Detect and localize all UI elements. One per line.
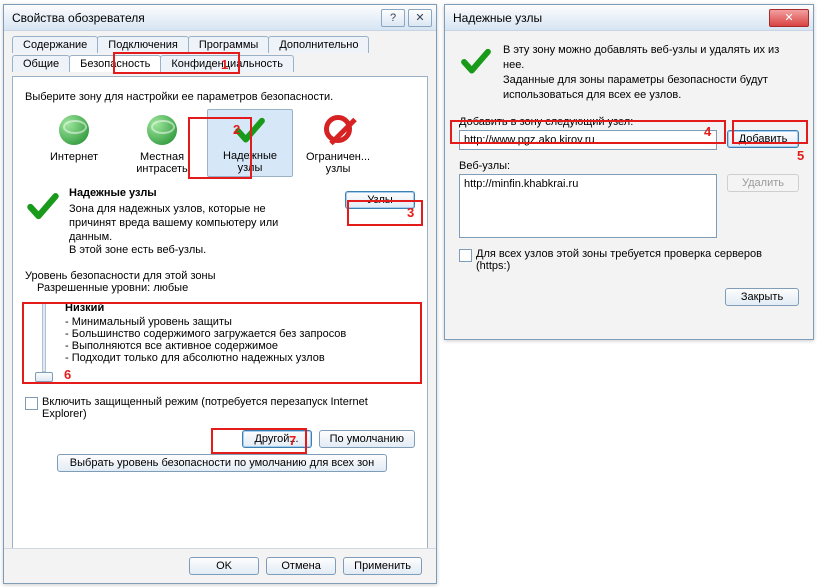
dialog-desc: В эту зону можно добавлять веб-узлы и уд… [459, 43, 799, 102]
tab-general[interactable]: Общие [12, 55, 70, 72]
tab-connections[interactable]: Подключения [97, 36, 189, 53]
trusted-sites-dialog: Надежные узлы ✕ В эту зону можно добавля… [444, 4, 814, 340]
zone-restricted[interactable]: Ограничен... узлы [295, 109, 381, 177]
add-site-input[interactable] [459, 130, 717, 150]
list-item[interactable]: http://minfin.khabkrai.ru [462, 177, 714, 191]
security-slider[interactable] [33, 302, 55, 382]
zone-intranet[interactable]: Местная интрасеть [119, 109, 205, 177]
add-button[interactable]: Добавить [727, 130, 799, 148]
allowed-levels: Разрешенные уровни: любые [37, 282, 415, 294]
titlebar[interactable]: Надежные узлы ✕ [445, 5, 813, 31]
tab-advanced[interactable]: Дополнительно [268, 36, 369, 53]
sites-listbox[interactable]: http://minfin.khabkrai.ru [459, 174, 717, 238]
level-name: Низкий [65, 302, 411, 314]
zone-trusted[interactable]: Надежные узлы [207, 109, 293, 177]
custom-level-button[interactable]: Другой... [242, 430, 312, 448]
default-level-button[interactable]: По умолчанию [319, 430, 415, 448]
titlebar[interactable]: Свойства обозревателя ? ✕ [4, 5, 436, 31]
https-checkbox[interactable] [459, 249, 472, 262]
security-level: Уровень безопасности для этой зоны Разре… [25, 270, 415, 472]
ok-button[interactable]: OK [189, 557, 259, 575]
zone-header: Надежные узлы Зона для надежных узлов, к… [25, 187, 415, 258]
remove-button: Удалить [727, 174, 799, 192]
protected-mode-checkbox[interactable] [25, 397, 38, 410]
close-button[interactable]: ✕ [408, 9, 432, 27]
close-dialog-button[interactable]: Закрыть [725, 288, 799, 306]
tab-privacy[interactable]: Конфиденциальность [160, 55, 294, 72]
globe-icon [59, 115, 89, 145]
seclevel-label: Уровень безопасности для этой зоны [25, 270, 415, 282]
protected-mode-row[interactable]: Включить защищенный режим (потребуется п… [25, 396, 415, 420]
zone-desc: Зона для надежных узлов, которые не прич… [69, 203, 415, 258]
tab-security[interactable]: Безопасность [69, 55, 161, 72]
https-check-row[interactable]: Для всех узлов этой зоны требуется прове… [459, 248, 799, 272]
reset-all-button[interactable]: Выбрать уровень безопасности по умолчани… [57, 454, 387, 472]
dialog-title: Свойства обозревателя [12, 11, 378, 25]
checkmark-icon [25, 189, 61, 225]
apply-button[interactable]: Применить [343, 557, 422, 575]
tab-programs[interactable]: Программы [188, 36, 269, 53]
dialog-title: Надежные узлы [453, 11, 766, 25]
sites-label: Веб-узлы: [459, 160, 799, 172]
instruction-text: Выберите зону для настройки ее параметро… [25, 91, 415, 103]
tabs: Содержание Подключения Программы Дополни… [4, 31, 436, 77]
protected-mode-label: Включить защищенный режим (потребуется п… [42, 396, 415, 420]
checkmark-icon [459, 45, 493, 79]
close-button[interactable]: ✕ [769, 9, 809, 27]
dialog-footer: OK Отмена Применить [4, 548, 436, 583]
cancel-button[interactable]: Отмена [266, 557, 336, 575]
help-button[interactable]: ? [381, 9, 405, 27]
add-site-label: Добавить в зону следующий узел: [459, 116, 799, 128]
zone-internet[interactable]: Интернет [31, 109, 117, 177]
globe-icon [147, 115, 177, 145]
internet-options-dialog: Свойства обозревателя ? ✕ Содержание Под… [3, 4, 437, 584]
slider-thumb[interactable] [35, 372, 53, 382]
dialog-body: Выберите зону для настройки ее параметро… [12, 77, 428, 573]
sites-button[interactable]: Узлы [345, 191, 415, 209]
tab-content[interactable]: Содержание [12, 36, 98, 53]
level-bullets: Минимальный уровень защиты Большинство с… [65, 316, 411, 364]
checkmark-icon [233, 114, 267, 148]
restricted-icon [324, 115, 352, 143]
zone-list: Интернет Местная интрасеть Надежные узлы… [31, 109, 415, 177]
https-check-label: Для всех узлов этой зоны требуется прове… [476, 248, 799, 272]
